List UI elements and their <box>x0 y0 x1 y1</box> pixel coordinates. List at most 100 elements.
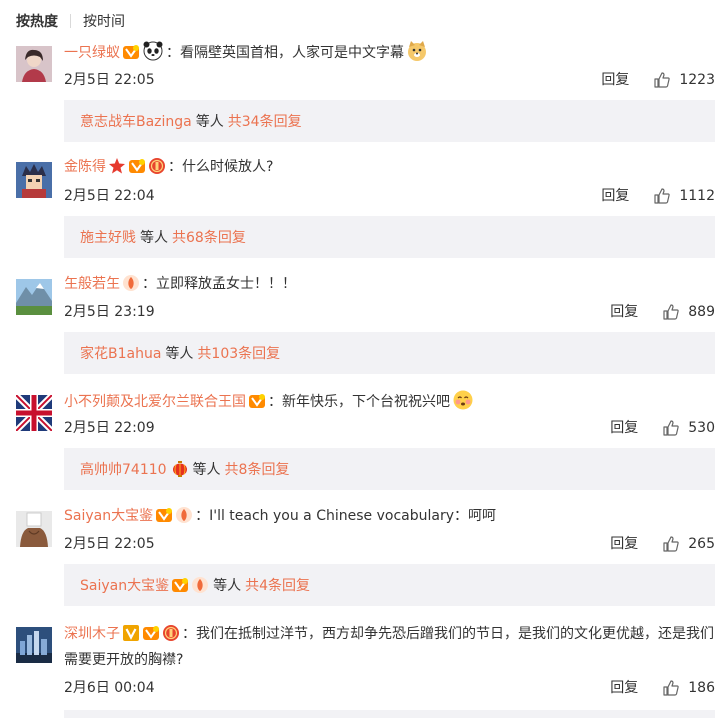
like-button[interactable]: 186 <box>662 678 715 698</box>
reply-username[interactable]: Saiyan大宝鉴 <box>80 575 169 595</box>
avatar[interactable] <box>16 279 52 315</box>
reply-total-link[interactable]: 共103条回复 <box>197 343 280 363</box>
comment-actions: 回复 530 <box>610 418 715 438</box>
replies-summary[interactable]: 意志战车Bazinga 等人 共34条回复 <box>64 100 715 142</box>
comment-text: 新年快乐，下个台祝祝兴吧 <box>282 394 450 410</box>
lantern-badge-icon <box>171 460 189 478</box>
separator: ： <box>268 394 282 410</box>
like-count: 1223 <box>679 72 715 88</box>
comment-time: 2月5日 22:04 <box>64 188 155 204</box>
like-count: 186 <box>688 680 715 696</box>
comment-actions: 回复 889 <box>610 302 715 322</box>
reply-total-link[interactable]: 共34条回复 <box>228 111 302 131</box>
comment-time: 2月5日 23:19 <box>64 304 155 320</box>
comment-actions: 回复 265 <box>610 534 715 554</box>
separator: ： <box>195 508 210 524</box>
vip-badge-icon <box>128 157 146 175</box>
comment-line: 金陈得 ：什么时候放人? <box>64 156 715 178</box>
comment-username[interactable]: 金陈得 <box>64 159 106 175</box>
replies-summary[interactable]: 家花B1ahua 等人 共103条回复 <box>64 332 715 374</box>
reply-username[interactable]: 高帅帅74110 <box>80 459 167 479</box>
like-count: 530 <box>688 420 715 436</box>
like-count: 1112 <box>679 188 715 204</box>
reply-total-link[interactable]: 共8条回复 <box>225 459 290 479</box>
reply-username[interactable]: 家花B1ahua <box>80 343 161 363</box>
comment-line: 玍般若玍 ：立即释放孟女士！！！ <box>64 273 715 295</box>
reply-others-label: 等人 <box>140 230 168 246</box>
comment-username[interactable]: 深圳木子 <box>64 626 120 642</box>
reply-button[interactable]: 回复 <box>601 186 629 206</box>
like-button[interactable]: 1223 <box>653 70 715 90</box>
reply-others-label: 等人 <box>192 462 221 478</box>
avatar[interactable] <box>16 395 52 431</box>
comment-username[interactable]: 小不列颠及北爱尔兰联合王国 <box>64 394 246 410</box>
thumbs-up-icon <box>653 187 671 205</box>
comment-username[interactable]: Saiyan大宝鉴 <box>64 508 153 524</box>
comment-actions: 回复 1112 <box>601 186 715 206</box>
reply-username[interactable]: 施主好贱 <box>80 227 136 247</box>
thumbs-up-icon <box>662 679 680 697</box>
red-star-icon <box>108 157 126 175</box>
level-badge-icon <box>122 274 140 292</box>
like-button[interactable]: 265 <box>662 534 715 554</box>
reply-button[interactable]: 回复 <box>610 418 638 438</box>
vip-badge-icon <box>155 506 173 524</box>
thumbs-up-icon <box>653 71 671 89</box>
shy-face-emoji-icon <box>452 389 474 411</box>
like-button[interactable]: 889 <box>662 302 715 322</box>
sort-divider <box>70 14 71 28</box>
panda-emoji-icon <box>142 40 164 62</box>
sort-by-time-tab[interactable]: 按时间 <box>83 11 125 31</box>
avatar[interactable] <box>16 162 52 198</box>
replies-summary[interactable] <box>64 710 715 718</box>
comment-actions: 回复 186 <box>610 678 715 698</box>
comment-line: 一只绿蚁 ：看隔壁英国首相，人家可是中文字幕 <box>64 40 715 64</box>
reply-button[interactable]: 回复 <box>601 70 629 90</box>
reply-total-link[interactable]: 共4条回复 <box>245 575 310 595</box>
comment-line: 深圳木子 ：我们在抵制过洋节，西方却争先恐后蹭我们的节日，是我们的文化更优越，还是… <box>64 621 715 673</box>
sort-by-hot-tab[interactable]: 按热度 <box>16 11 58 31</box>
comment-username[interactable]: 玍般若玍 <box>64 276 120 292</box>
level-badge-icon <box>191 576 209 594</box>
separator: ： <box>142 276 156 292</box>
avatar[interactable] <box>16 511 52 547</box>
reply-button[interactable]: 回复 <box>610 678 638 698</box>
replies-summary[interactable]: 高帅帅74110 等人 共8条回复 <box>64 448 715 490</box>
vip-badge-icon <box>171 576 189 594</box>
replies-summary[interactable]: Saiyan大宝鉴 等人 共4条回复 <box>64 564 715 606</box>
comment-time: 2月5日 22:05 <box>64 72 155 88</box>
reply-button[interactable]: 回复 <box>610 534 638 554</box>
verified-v-icon <box>122 624 140 642</box>
comment-actions: 回复 1223 <box>601 70 715 90</box>
thumbs-up-icon <box>662 303 680 321</box>
thumbs-up-icon <box>662 535 680 553</box>
comment-time: 2月6日 00:04 <box>64 680 155 696</box>
thumbs-up-icon <box>662 419 680 437</box>
separator: ： <box>168 159 182 175</box>
sort-bar: 按热度 按时间 <box>16 10 125 32</box>
comment-text: 什么时候放人? <box>182 159 274 175</box>
avatar[interactable] <box>16 627 52 663</box>
replies-summary[interactable]: 施主好贱 等人 共68条回复 <box>64 216 715 258</box>
reply-username[interactable]: 意志战车Bazinga <box>80 111 192 131</box>
reply-others-label: 等人 <box>195 114 224 130</box>
comment-text: 看隔壁英国首相，人家可是中文字幕 <box>180 45 404 61</box>
comment-text: I'll teach you a Chinese vocabulary：呵呵 <box>209 508 496 524</box>
reply-button[interactable]: 回复 <box>610 302 638 322</box>
comment-username[interactable]: 一只绿蚁 <box>64 45 120 61</box>
reply-total-link[interactable]: 共68条回复 <box>172 227 246 247</box>
avatar[interactable] <box>16 46 52 82</box>
comment-time: 2月5日 22:05 <box>64 536 155 552</box>
level-badge-icon <box>175 506 193 524</box>
like-count: 889 <box>688 304 715 320</box>
like-button[interactable]: 530 <box>662 418 715 438</box>
comment-time: 2月5日 22:09 <box>64 420 155 436</box>
like-count: 265 <box>688 536 715 552</box>
like-button[interactable]: 1112 <box>653 186 715 206</box>
separator: ： <box>182 626 196 642</box>
fu-badge-icon <box>162 624 180 642</box>
comment-text: 立即释放孟女士！！！ <box>156 276 296 292</box>
reply-others-label: 等人 <box>165 346 194 362</box>
doge-emoji-icon <box>406 40 428 62</box>
vip-badge-icon <box>142 624 160 642</box>
